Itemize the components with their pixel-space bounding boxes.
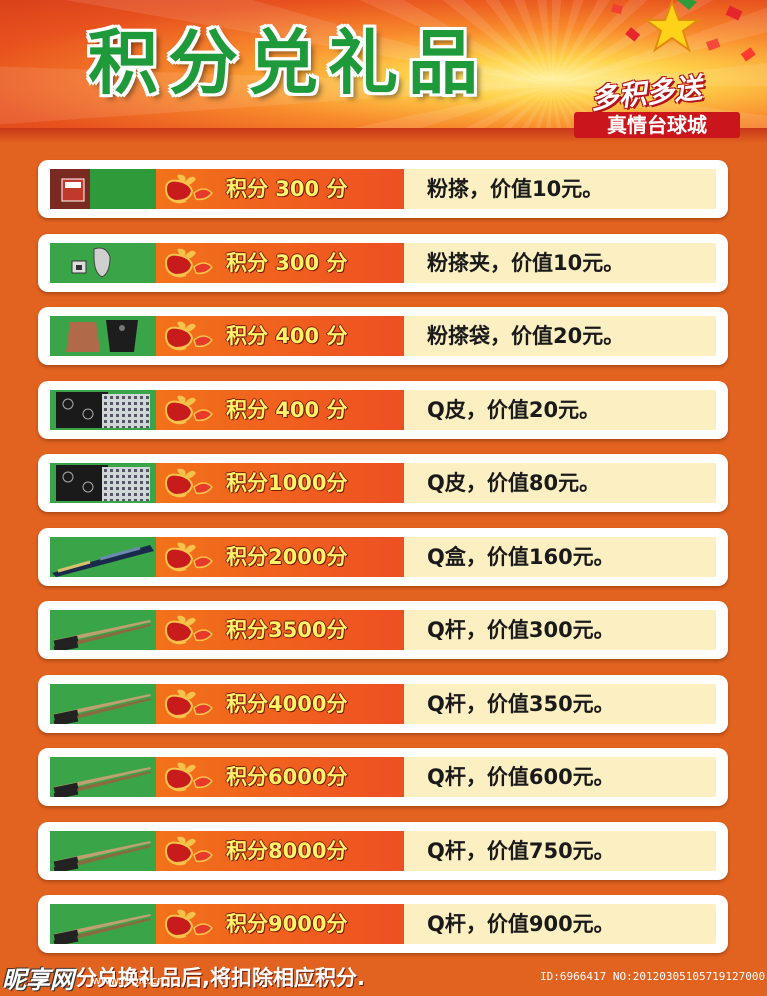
reward-row-body: 积分4000分 Q杆，价值350元。 [50,683,716,724]
gift-box-icon [164,836,213,865]
gift-box-icon [164,468,213,498]
watermark-url: www.nipic.cn [92,974,165,987]
watermark-site: 昵享网 [2,966,74,994]
reward-row: 积分 400 分 Q皮，价值20元。 [38,380,728,439]
chalk-bag-icon [50,316,156,356]
reward-description: Q皮，价值20元。 [427,397,601,422]
reward-row-body: 积分 300 分 粉搽，价值10元。 [50,169,716,209]
points-bar: 积分4000分 [156,683,404,724]
reward-row-body: 积分2000分 Q盒，价值160元。 [50,536,716,577]
reward-row: 积分4000分 Q杆，价值350元。 [38,674,728,733]
reward-row-body: 积分 400 分 Q皮，价值20元。 [50,389,716,430]
points-label: 积分6000分 [226,765,348,789]
points-bar: 积分1000分 [156,463,404,503]
gift-box-icon [164,542,213,571]
points-bar: 积分 400 分 [156,316,404,356]
reward-row-body: 积分3500分 Q杆，价值300元。 [50,610,716,650]
points-label: 积分3500分 [226,618,348,642]
reward-row-body: 积分 400 分 粉搽袋，价值20元。 [50,316,716,356]
reward-row-body: 积分 300 分 粉搽夹，价值10元。 [50,242,716,283]
reward-description: Q皮，价值80元。 [427,471,601,495]
cue-stick-icon [50,830,156,871]
reward-row: 积分 400 分 粉搽袋，价值20元。 [38,307,728,365]
points-label: 积分 400 分 [226,324,348,348]
reward-row: 积分8000分 Q杆，价值750元。 [38,821,728,880]
gift-box-icon [164,248,213,277]
reward-description: Q杆，价值600元。 [427,765,615,789]
cue-stick-icon [50,904,156,944]
gift-box-icon [164,909,213,939]
reward-description: Q杆，价值750元。 [427,838,615,863]
page-title: 积分兑礼品 [88,22,488,104]
points-bar: 积分 300 分 [156,242,404,283]
header-banner: 积分兑礼品 多积多送 真情台球城 [0,0,767,143]
points-bar: 积分3500分 [156,610,404,650]
points-bar: 积分9000分 [156,904,404,944]
slogan-venue: 真情台球城 [574,112,740,138]
reward-description: Q杆，价值300元。 [427,618,615,642]
reward-description: 粉搽袋，价值20元。 [427,324,625,348]
cue-stick-icon [50,683,156,724]
reward-row-body: 积分8000分 Q杆，价值750元。 [50,830,716,871]
points-label: 积分2000分 [226,544,348,569]
points-label: 积分1000分 [226,471,348,495]
points-label: 积分 300 分 [226,177,348,201]
reward-description: 粉搽夹，价值10元。 [427,250,625,275]
cue-tip-icon [50,389,156,430]
points-bar: 积分 300 分 [156,169,404,209]
points-bar: 积分8000分 [156,830,404,871]
reward-row: 积分 300 分 粉搽夹，价值10元。 [38,233,728,292]
points-bar: 积分 400 分 [156,389,404,430]
reward-description: Q杆，价值350元。 [427,691,615,716]
gift-box-icon [164,615,213,645]
reward-row-body: 积分9000分 Q杆，价值900元。 [50,904,716,944]
points-label: 积分4000分 [226,691,348,716]
points-bar: 积分6000分 [156,757,404,797]
gift-box-icon [164,689,213,718]
reward-row: 积分 300 分 粉搽，价值10元。 [38,160,728,218]
reward-description: 粉搽，价值10元。 [427,177,604,201]
reward-row: 积分2000分 Q盒，价值160元。 [38,527,728,586]
reward-row: 积分6000分 Q杆，价值600元。 [38,748,728,806]
points-label: 积分8000分 [226,838,348,863]
points-label: 积分 400 分 [226,397,348,422]
gift-box-icon [164,174,213,204]
watermark-id: ID:6966417 NO:20120305105719127000 [540,970,766,983]
cue-stick-icon [50,610,156,650]
reward-description: Q盒，价值160元。 [427,544,615,569]
reward-row: 积分9000分 Q杆，价值900元。 [38,895,728,953]
reward-row: 积分3500分 Q杆，价值300元。 [38,601,728,659]
points-label: 积分 300 分 [226,250,348,275]
reward-row: 积分1000分 Q皮，价值80元。 [38,454,728,512]
cue-case-icon [50,536,156,577]
reward-row-body: 积分6000分 Q杆，价值600元。 [50,757,716,797]
points-bar: 积分2000分 [156,536,404,577]
reward-row-body: 积分1000分 Q皮，价值80元。 [50,463,716,503]
gift-box-icon [164,762,213,792]
gift-box-icon [164,321,213,351]
chalk-holder-icon [50,242,156,283]
cue-tip-icon [50,463,156,503]
reward-description: Q杆，价值900元。 [427,912,615,936]
gift-box-icon [164,395,213,424]
chalk-icon [50,169,156,209]
points-label: 积分9000分 [226,912,348,936]
cue-stick-icon [50,757,156,797]
